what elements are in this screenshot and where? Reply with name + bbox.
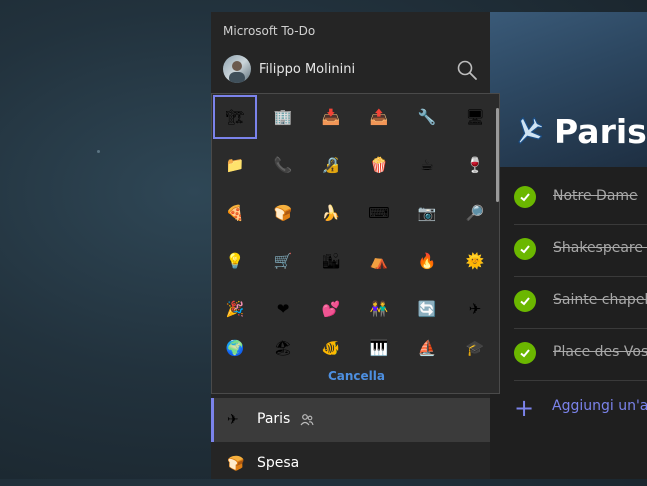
camera-icon[interactable]: 📷 [405, 191, 449, 235]
tent-icon[interactable]: ⛺ [357, 239, 401, 283]
airplane-icon: ✈ [227, 412, 239, 428]
task-title: Notre Dame [553, 188, 638, 204]
desktop-background [97, 150, 100, 153]
airplane-icon [518, 116, 542, 145]
cancel-button[interactable]: Cancella [212, 369, 501, 383]
keyboard-icon[interactable]: ⌨ [357, 191, 401, 235]
shopping-cart-icon[interactable]: 🛒 [261, 239, 305, 283]
plus-icon: + [514, 394, 535, 422]
piano-icon[interactable]: 🎹 [357, 335, 401, 361]
icon-picker: 🏗 🏢 📥 📤 🔧 🖥 📁 📞 🔏 🍿 ☕ 🍷 🍕 🍞 🍌 ⌨ 📷 🔎 💡 🛒 🏙 ⛺ 🔥 🌞 🎉 ❤ 💕 👫 🔄 ✈ 🌍 🏖 🐠 🎹 ⛵ 🎓 Can… [211, 93, 500, 394]
banana-icon[interactable]: 🍌 [309, 191, 353, 235]
task-title: Sainte chapelle [553, 292, 647, 308]
lock-icon[interactable]: 🔏 [309, 143, 353, 187]
wine-glass-icon[interactable]: 🍷 [453, 143, 497, 187]
heart-icon[interactable]: ❤ [261, 287, 305, 331]
checkmark-icon[interactable] [514, 238, 536, 260]
checkmark-icon[interactable] [514, 290, 536, 312]
user-name[interactable]: Filippo Molinini [259, 62, 355, 77]
avatar-photo-icon [229, 61, 245, 83]
fish-icon[interactable]: 🐠 [309, 335, 353, 361]
task-item[interactable]: Sainte chapelle [514, 276, 647, 329]
bread-icon: 🍞 [227, 456, 245, 472]
add-task-button[interactable]: + Aggiungi un'at [514, 390, 647, 430]
task-item[interactable]: Shakespeare a [514, 224, 647, 277]
sun-icon[interactable]: 🌞 [453, 239, 497, 283]
outbox-tray-icon[interactable]: 📤 [357, 95, 401, 139]
two-hearts-icon[interactable]: 💕 [309, 287, 353, 331]
airplane-icon[interactable]: ✈ [453, 287, 497, 331]
task-pane: Paris Notre Dame Shakespeare a Sainte chap… [490, 12, 647, 479]
lightbulb-icon[interactable]: 💡 [213, 239, 257, 283]
people-icon[interactable]: 👫 [357, 287, 401, 331]
ship-icon[interactable]: ⛵ [405, 335, 449, 361]
coffee-mug-icon[interactable]: ☕ [405, 143, 449, 187]
monitor-icon[interactable]: 🖥 [453, 95, 497, 139]
sidebar-item-label: Spesa [257, 455, 300, 471]
folder-icon[interactable]: 📁 [213, 143, 257, 187]
bread-icon[interactable]: 🍞 [261, 191, 305, 235]
cityscape-icon[interactable]: 🏙 [309, 239, 353, 283]
add-task-label: Aggiungi un'at [552, 398, 647, 414]
magnifier-icon[interactable]: 🔎 [453, 191, 497, 235]
people-icon [300, 414, 314, 426]
party-popper-icon[interactable]: 🎉 [213, 287, 257, 331]
inbox-tray-icon[interactable]: 📥 [309, 95, 353, 139]
list-title: Paris [554, 112, 647, 151]
sidebar-item-spesa[interactable]: 🍞 Spesa [211, 442, 490, 486]
popcorn-icon[interactable]: 🍿 [357, 143, 401, 187]
fire-icon[interactable]: 🔥 [405, 239, 449, 283]
hat-icon[interactable]: 🎓 [453, 335, 497, 361]
checkmark-icon[interactable] [514, 342, 536, 364]
app-title: Microsoft To-Do [223, 24, 316, 38]
task-title: Shakespeare a [553, 240, 647, 256]
wrench-icon[interactable]: 🔧 [405, 95, 449, 139]
task-item[interactable]: Notre Dame [514, 172, 647, 225]
repeat-icon[interactable]: 🔄 [405, 287, 449, 331]
construction-icon[interactable]: 🏗 [213, 95, 257, 139]
task-item[interactable]: Place des Vosg [514, 328, 647, 381]
telephone-icon[interactable]: 📞 [261, 143, 305, 187]
globe-icon[interactable]: 🌍 [213, 335, 257, 361]
sidebar-item-label: Paris [257, 411, 291, 427]
beach-icon[interactable]: 🏖 [261, 335, 305, 361]
search-icon[interactable] [456, 59, 478, 81]
picker-scrollbar[interactable] [496, 108, 499, 202]
checkmark-icon[interactable] [514, 186, 536, 208]
avatar[interactable] [223, 55, 251, 83]
sidebar-item-paris[interactable]: ✈ Paris [211, 398, 490, 442]
pizza-icon[interactable]: 🍕 [213, 191, 257, 235]
list-header: Paris [490, 12, 647, 167]
task-title: Place des Vosg [553, 344, 647, 360]
building-icon[interactable]: 🏢 [261, 95, 305, 139]
